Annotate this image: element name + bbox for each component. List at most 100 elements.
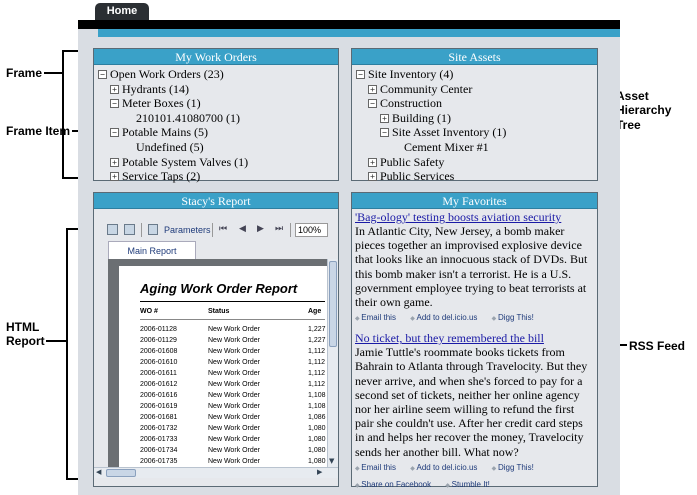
report-horizontal-scrollbar[interactable]: ◀ ▶ (94, 467, 338, 478)
tab-home[interactable]: Home (95, 3, 149, 21)
email-link[interactable]: Email this (355, 313, 396, 322)
tree-item[interactable]: − Potable Mains (5) (98, 125, 338, 140)
expand-icon[interactable]: + (368, 157, 377, 167)
tree-item[interactable]: − Construction (356, 96, 597, 111)
report-bracket-link (46, 340, 68, 342)
expand-icon[interactable]: + (368, 84, 377, 94)
last-page-icon[interactable]: ⏭ (275, 224, 283, 234)
prev-page-icon[interactable]: ◀ (239, 224, 246, 234)
tree-item[interactable]: − Meter Boxes (1) (98, 96, 338, 111)
tree-item[interactable]: − Site Inventory (4) (356, 67, 597, 82)
expand-icon[interactable]: + (110, 84, 119, 94)
tree-item[interactable]: − Open Work Orders (23) (98, 67, 338, 82)
parameters-icon[interactable] (148, 224, 158, 235)
tree-item-label: Potable System Valves (1) (122, 154, 249, 169)
table-cell: 2006-01608 (140, 348, 178, 355)
article-actions: Email this Add to del.icio.us Digg This! (355, 311, 594, 326)
site-assets-title: Site Assets (352, 49, 597, 65)
scroll-right-icon[interactable]: ▶ (317, 468, 322, 477)
table-row: 2006-01616 New Work Order 1,108 (140, 390, 327, 401)
expand-icon[interactable]: + (110, 157, 119, 167)
tree-item[interactable]: + Building (1) (356, 111, 597, 126)
report-frame: Stacy's Report Parameters ⏮ ◀ ▶ ⏭ 100% M… (93, 192, 339, 487)
rss-article: No ticket, but they remembered the bill … (355, 332, 594, 493)
favorites-title: My Favorites (352, 193, 597, 209)
zoom-select[interactable]: 100% (295, 223, 328, 237)
table-cell: 1,112 (308, 359, 325, 366)
report-vertical-scrollbar[interactable]: ▼ (327, 259, 338, 467)
tree-item[interactable]: Cement Mixer #1 (356, 140, 597, 155)
toolbar-separator (212, 223, 213, 237)
table-cell: 1,108 (308, 392, 326, 399)
tab-main-report[interactable]: Main Report (108, 241, 196, 259)
collapse-icon[interactable]: − (98, 70, 107, 79)
report-heading: Aging Work Order Report (140, 281, 298, 296)
expand-icon[interactable]: + (380, 113, 389, 123)
table-cell: 1,112 (308, 381, 325, 388)
article-headline-link[interactable]: 'Bag-ology' testing boosts aviation secu… (355, 211, 594, 224)
tree-item[interactable]: − Site Asset Inventory (1) (356, 125, 597, 140)
table-row: 2006-01610 New Work Order 1,112 (140, 357, 327, 368)
article-headline-link[interactable]: No ticket, but they remembered the bill (355, 332, 594, 345)
table-row: 2006-01734 New Work Order 1,080 (140, 445, 327, 456)
table-header-row: WO # Status Age (140, 306, 327, 317)
table-cell: New Work Order (208, 359, 260, 366)
digg-link[interactable]: Digg This! (492, 463, 534, 472)
callout-rss-feed: RSS Feed (629, 339, 686, 353)
tree-item[interactable]: + Public Services (356, 169, 597, 184)
table-cell: New Work Order (208, 458, 260, 465)
column-header: WO # (140, 308, 158, 315)
table-row: 2006-01733 New Work Order 1,080 (140, 434, 327, 445)
digg-link[interactable]: Digg This! (492, 313, 534, 322)
table-cell: 2006-01612 (140, 381, 178, 388)
table-cell: New Work Order (208, 381, 260, 388)
callout-asset-tree-2: Hierarchy (616, 103, 672, 117)
collapse-icon[interactable]: − (380, 128, 389, 138)
tree-item[interactable]: + Potable System Valves (1) (98, 155, 338, 170)
tree-item-label: Public Safety (380, 154, 445, 169)
expand-icon[interactable]: + (110, 172, 119, 182)
expand-icon[interactable]: + (368, 172, 377, 182)
table-cell: New Work Order (208, 348, 260, 355)
tree-item[interactable]: + Hydrants (14) (98, 82, 338, 97)
site-assets-frame: Site Assets − Site Inventory (4) + Communi… (351, 48, 598, 184)
tree-item[interactable]: + Community Center (356, 82, 597, 97)
table-row: 2006-01608 New Work Order 1,112 (140, 346, 327, 357)
collapse-icon[interactable]: − (110, 128, 119, 138)
table-cell: 2006-01128 (140, 326, 177, 333)
facebook-link[interactable]: Share on Facebook (355, 480, 431, 489)
collapse-icon[interactable]: − (356, 70, 365, 79)
work-orders-title: My Work Orders (94, 49, 338, 65)
table-cell: 2006-01129 (140, 337, 177, 344)
parameters-button[interactable]: Parameters (164, 224, 211, 236)
export-icon[interactable] (107, 224, 118, 235)
collapse-icon[interactable]: − (368, 99, 377, 109)
delicious-link[interactable]: Add to del.icio.us (410, 313, 477, 322)
report-viewport: Aging Work Order Report WO # Status Age … (108, 259, 327, 467)
delicious-link[interactable]: Add to del.icio.us (410, 463, 477, 472)
stumble-link[interactable]: Stumble It! (445, 480, 490, 489)
collapse-icon[interactable]: − (110, 99, 119, 109)
first-page-icon[interactable]: ⏮ (219, 224, 227, 234)
tree-item[interactable]: + Public Safety (356, 155, 597, 170)
next-page-icon[interactable]: ▶ (257, 224, 264, 234)
scrollbar-thumb[interactable] (329, 261, 337, 347)
email-link[interactable]: Email this (355, 463, 396, 472)
table-cell: New Work Order (208, 425, 260, 432)
table-row: 2006-01128 New Work Order 1,227 (140, 324, 327, 335)
tree-item[interactable]: + Service Taps (2) (98, 169, 338, 184)
table-cell: New Work Order (208, 326, 260, 333)
table-cell: New Work Order (208, 414, 260, 421)
scrollbar-thumb[interactable] (106, 469, 136, 477)
scroll-left-icon[interactable]: ◀ (96, 468, 101, 477)
print-icon[interactable] (124, 224, 135, 235)
portal-app: Home My Work Orders − Open Work Orders (2… (78, 0, 620, 495)
table-cell: 1,112 (308, 370, 325, 377)
table-cell: 1,080 (308, 425, 326, 432)
tree-item[interactable]: 210101.41080700 (1) (98, 111, 338, 126)
tree-item[interactable]: Undefined (5) (98, 140, 338, 155)
article-body: Jamie Tuttle's roommate books tickets fr… (355, 345, 588, 459)
scroll-down-icon[interactable]: ▼ (329, 457, 334, 466)
article-body: In Atlantic City, New Jersey, a bomb mak… (355, 224, 588, 310)
favorites-frame: My Favorites 'Bag-ology' testing boosts … (351, 192, 598, 489)
